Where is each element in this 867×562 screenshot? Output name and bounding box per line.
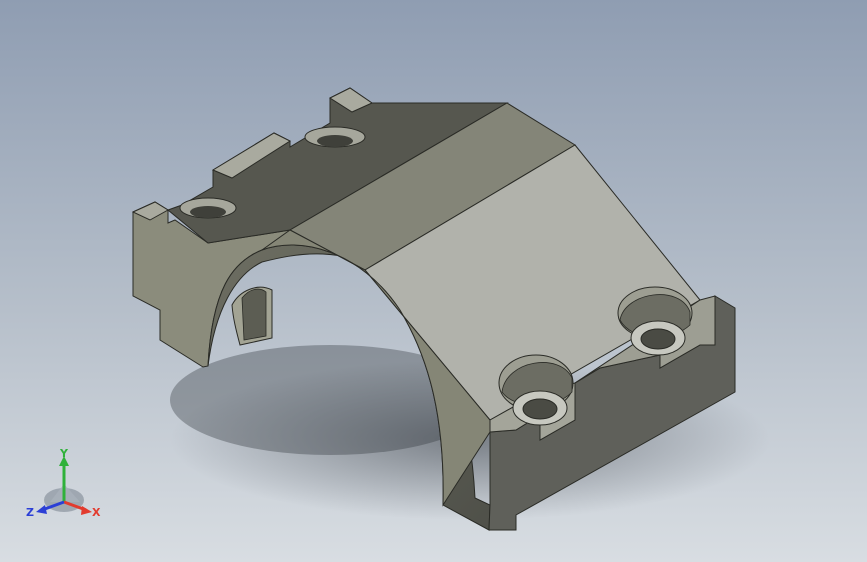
x-axis-label: X (92, 506, 101, 519)
3d-model-view[interactable] (0, 0, 867, 562)
bolt-hole-rear[interactable] (617, 286, 693, 356)
orientation-triad[interactable]: Y X Z (22, 448, 112, 528)
bolt-hole-left-rear[interactable] (304, 126, 366, 148)
y-axis-label: Y (59, 448, 69, 460)
z-axis-label: Z (26, 506, 34, 519)
x-axis-arrow (81, 506, 92, 515)
graphics-viewport[interactable]: Y X Z (0, 0, 867, 562)
bolt-hole-left-front[interactable] (179, 197, 237, 219)
z-axis-arrow (36, 505, 47, 514)
arch-groove-slot (241, 288, 267, 341)
